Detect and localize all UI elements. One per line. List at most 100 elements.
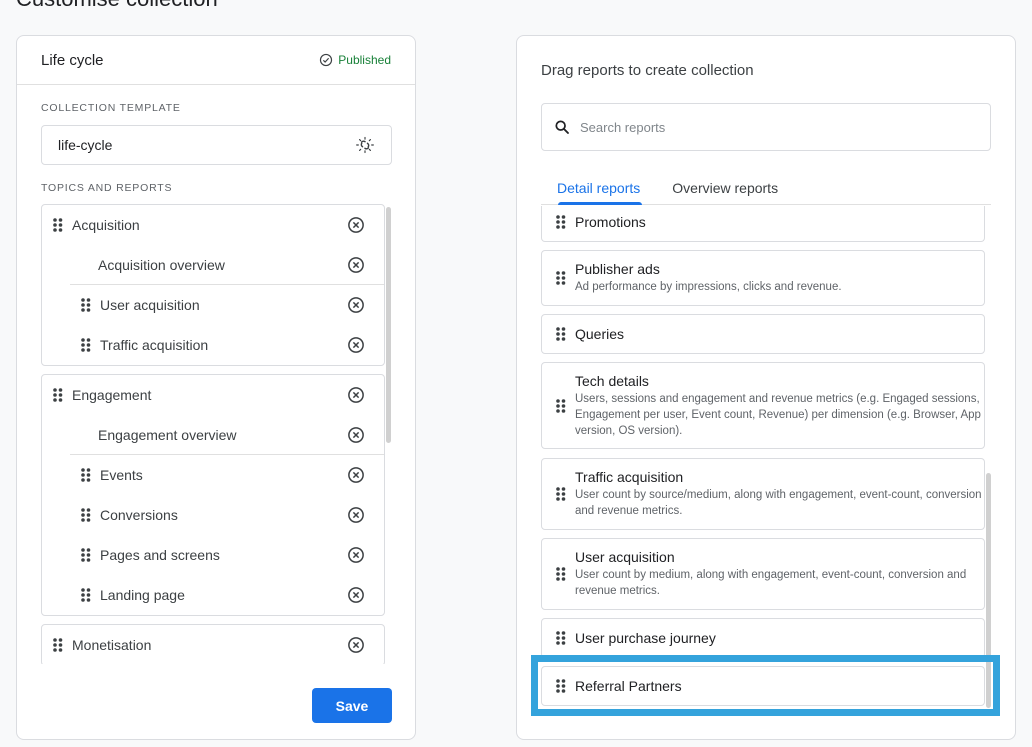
close-circle-icon (348, 297, 364, 313)
reports-list: Promotions Publisher ads Ad performance by… (541, 206, 991, 716)
drag-handle-icon[interactable] (80, 548, 92, 562)
remove-button[interactable] (346, 545, 366, 565)
close-circle-icon (348, 337, 364, 353)
report-library-card: Drag reports to create collection Detail… (516, 35, 1016, 740)
overview-report-name: Engagement overview (98, 426, 237, 443)
drag-handle-icon[interactable] (555, 631, 567, 645)
drag-handle-icon[interactable] (555, 214, 567, 229)
report-card[interactable]: Traffic acquisition User count by source/… (541, 458, 985, 530)
search-input[interactable] (578, 118, 958, 136)
close-circle-icon (348, 507, 364, 523)
remove-button[interactable] (346, 505, 366, 525)
check-circle-icon (320, 53, 333, 67)
drag-handle-icon[interactable] (555, 679, 567, 693)
template-label: COLLECTION TEMPLATE (41, 102, 181, 114)
collection-editor-card: Life cycle Published COLLECTION TEMPLATE… (16, 35, 416, 740)
overview-report-row[interactable]: Acquisition overview (70, 245, 384, 285)
topic-row[interactable]: Monetisation (42, 625, 384, 664)
topic-group[interactable]: Acquisition Acquisition overview User acqu… (41, 204, 385, 366)
report-text: Traffic acquisition User count by source/… (575, 469, 984, 519)
remove-button[interactable] (346, 385, 366, 405)
drag-handle-icon[interactable] (80, 338, 92, 352)
close-circle-icon (348, 637, 364, 653)
report-card[interactable]: User acquisition User count by medium, al… (541, 538, 985, 610)
close-circle-icon (348, 467, 364, 483)
drag-handle-icon[interactable] (555, 398, 567, 413)
unlink-icon[interactable] (355, 135, 375, 155)
drag-handle-icon[interactable] (555, 271, 567, 285)
report-text: Publisher ads Ad performance by impressio… (575, 261, 842, 295)
report-card[interactable]: Referral Partners (541, 666, 985, 706)
topic-row[interactable]: Engagement (42, 375, 384, 415)
remove-button[interactable] (346, 635, 366, 655)
drag-handle-icon[interactable] (555, 487, 567, 501)
topic-name: Monetisation (72, 637, 152, 653)
topics-scrollbar[interactable] (386, 207, 391, 443)
report-name: Conversions (100, 507, 178, 523)
report-row[interactable]: User acquisition (42, 285, 384, 325)
close-circle-icon (348, 587, 364, 603)
template-value: life-cycle (58, 137, 113, 153)
report-description: Users, sessions and engagement and reven… (575, 392, 981, 437)
remove-button[interactable] (346, 255, 366, 275)
report-description: User count by medium, along with engagem… (575, 569, 967, 597)
drag-handle-icon[interactable] (52, 218, 64, 232)
drag-handle-icon[interactable] (80, 298, 92, 312)
remove-button[interactable] (346, 215, 366, 235)
report-tabs: Detail reports Overview reports (541, 172, 991, 205)
collection-header: Life cycle Published (17, 36, 415, 85)
close-circle-icon (348, 256, 364, 273)
report-card[interactable]: Queries (541, 314, 985, 354)
report-name: Queries (575, 326, 625, 342)
report-card[interactable]: User purchase journey (541, 618, 985, 658)
drag-handle-icon[interactable] (80, 508, 92, 522)
drag-handle-icon[interactable] (80, 468, 92, 482)
report-card[interactable]: Publisher ads Ad performance by impressio… (541, 250, 985, 306)
topics-label: TOPICS AND REPORTS (41, 182, 173, 194)
report-row[interactable]: Events (42, 455, 384, 495)
report-row[interactable]: Pages and screens (42, 535, 384, 575)
remove-button[interactable] (346, 295, 366, 315)
report-text: User purchase journey (575, 630, 716, 646)
tab-detail-reports[interactable]: Detail reports (541, 172, 656, 205)
report-description: Ad performance by impressions, clicks an… (575, 281, 842, 293)
report-name: Traffic acquisition (575, 469, 684, 485)
topic-group[interactable]: Engagement Engagement overview Events Conve… (41, 374, 385, 616)
drag-handle-icon[interactable] (555, 327, 567, 341)
report-row[interactable]: Conversions (42, 495, 384, 535)
search-box[interactable] (541, 103, 991, 151)
reports-scrollbar[interactable] (986, 473, 991, 708)
topic-group[interactable]: Monetisation (41, 624, 385, 664)
collection-name: Life cycle (41, 51, 104, 69)
remove-button[interactable] (346, 465, 366, 485)
topic-name: Acquisition (72, 217, 140, 233)
template-field[interactable]: life-cycle (41, 125, 392, 165)
report-name: User purchase journey (575, 630, 716, 646)
drag-handle-icon[interactable] (52, 388, 64, 402)
drag-handle-icon[interactable] (52, 638, 64, 652)
save-button[interactable]: Save (312, 688, 392, 723)
report-row[interactable]: Landing page (42, 575, 384, 615)
remove-button[interactable] (346, 425, 366, 445)
report-name: Referral Partners (575, 678, 682, 694)
report-name: Landing page (100, 587, 185, 603)
drag-handle-icon[interactable] (555, 567, 567, 581)
report-row[interactable]: Traffic acquisition (42, 325, 384, 365)
overview-report-row[interactable]: Engagement overview (70, 415, 384, 455)
report-card[interactable]: Promotions (541, 206, 985, 242)
drag-handle-icon[interactable] (80, 588, 92, 602)
tab-overview-reports[interactable]: Overview reports (656, 172, 794, 204)
report-name: Promotions (575, 213, 646, 230)
status-badge: Published (319, 53, 391, 67)
topic-row[interactable]: Acquisition (42, 205, 384, 245)
report-name: Publisher ads (575, 261, 660, 277)
close-circle-icon (348, 426, 364, 443)
report-text: Tech details Users, sessions and engageme… (575, 373, 984, 439)
report-name: User acquisition (575, 549, 675, 565)
remove-button[interactable] (346, 585, 366, 605)
report-card[interactable]: Tech details Users, sessions and engageme… (541, 362, 985, 449)
report-name: User acquisition (100, 297, 200, 313)
remove-button[interactable] (346, 335, 366, 355)
library-heading: Drag reports to create collection (541, 62, 754, 79)
report-name: Events (100, 467, 143, 483)
